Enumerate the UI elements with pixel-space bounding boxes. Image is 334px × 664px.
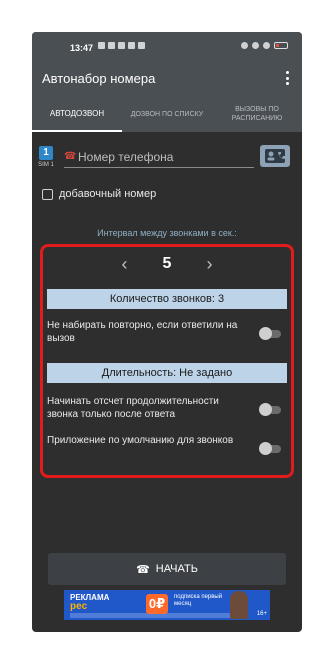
tab-bar: Автодозвон Дозвон по списку Вызовы по ра… xyxy=(32,96,302,132)
default-app-toggle[interactable] xyxy=(259,442,281,455)
call-settings-panel: ‹ 5 › Количество звонков: 3 Не набирать … xyxy=(40,244,294,478)
no-redial-label: Не набирать повторно, если ответили на в… xyxy=(47,320,238,344)
status-bar: 13:47 xyxy=(32,32,302,62)
tab-scheduled-calls[interactable]: Вызовы по расписанию xyxy=(212,96,302,132)
contacts-button[interactable] xyxy=(260,145,290,167)
chevron-left-icon[interactable]: ‹ xyxy=(119,254,131,275)
wifi-icon xyxy=(263,42,270,49)
overflow-menu-icon[interactable] xyxy=(286,71,290,85)
app-bar: Автонабор номера xyxy=(32,62,302,96)
phone-number-field: ☎ xyxy=(64,146,254,168)
count-after-answer-toggle[interactable] xyxy=(259,403,281,416)
notification-icons xyxy=(98,42,145,49)
phone-screen: 13:47 Автонабор номера Автодозвон Дозвон… xyxy=(32,32,302,632)
status-time: 13:47 xyxy=(70,43,94,53)
duration-button[interactable]: Длительность: Не задано xyxy=(47,363,287,383)
ad-brand: pec xyxy=(70,601,88,612)
sim-icon: 1 xyxy=(39,146,53,160)
default-app-label: Приложение по умолчанию для звонков xyxy=(47,435,234,446)
count-after-answer-row: Начинать отсчет продолжительности звонка… xyxy=(47,395,287,425)
ad-age-rating: 16+ xyxy=(256,611,267,617)
interval-stepper: ‹ 5 › xyxy=(43,253,291,275)
ad-banner[interactable]: РЕКЛАМА pec 0₽ подписка первый месяц 16+ xyxy=(64,590,270,620)
ad-person-image xyxy=(230,591,248,619)
sim-selector[interactable]: 1 SIM 1 xyxy=(38,146,54,168)
system-icons xyxy=(241,42,288,49)
chevron-right-icon[interactable]: › xyxy=(203,254,215,275)
tab-list-dial[interactable]: Дозвон по списку xyxy=(122,96,212,132)
battery-icon xyxy=(274,42,288,49)
alarm-icon xyxy=(241,42,248,49)
extension-checkbox[interactable] xyxy=(42,188,53,200)
no-redial-row: Не набирать повторно, если ответили на в… xyxy=(47,319,287,349)
no-redial-toggle[interactable] xyxy=(259,327,281,340)
tab-autodial[interactable]: Автодозвон xyxy=(32,96,122,132)
ad-promo-text: подписка первый месяц xyxy=(174,594,223,607)
extension-checkbox-row[interactable]: добавочный номер xyxy=(42,188,156,200)
signal-icon xyxy=(252,42,259,49)
extension-label: добавочный номер xyxy=(59,188,157,200)
app-title: Автонабор номера xyxy=(42,71,156,86)
phone-call-icon: ☎ xyxy=(136,563,150,576)
phone-number-input[interactable] xyxy=(78,149,254,164)
count-after-answer-label: Начинать отсчет продолжительности звонка… xyxy=(47,396,219,420)
start-button[interactable]: ☎ НАЧАТЬ xyxy=(48,553,286,585)
phone-icon: ☎ xyxy=(64,151,77,162)
interval-value: 5 xyxy=(162,255,172,272)
sim-label: SIM 1 xyxy=(38,162,54,168)
default-app-row: Приложение по умолчанию для звонков xyxy=(47,434,287,464)
start-button-label: НАЧАТЬ xyxy=(155,563,198,575)
ad-badge: 0₽ xyxy=(146,594,168,614)
calls-count-button[interactable]: Количество звонков: 3 xyxy=(47,289,287,309)
interval-label: Интервал между звонками в сек.: xyxy=(97,228,237,238)
contact-card-icon xyxy=(265,149,285,163)
